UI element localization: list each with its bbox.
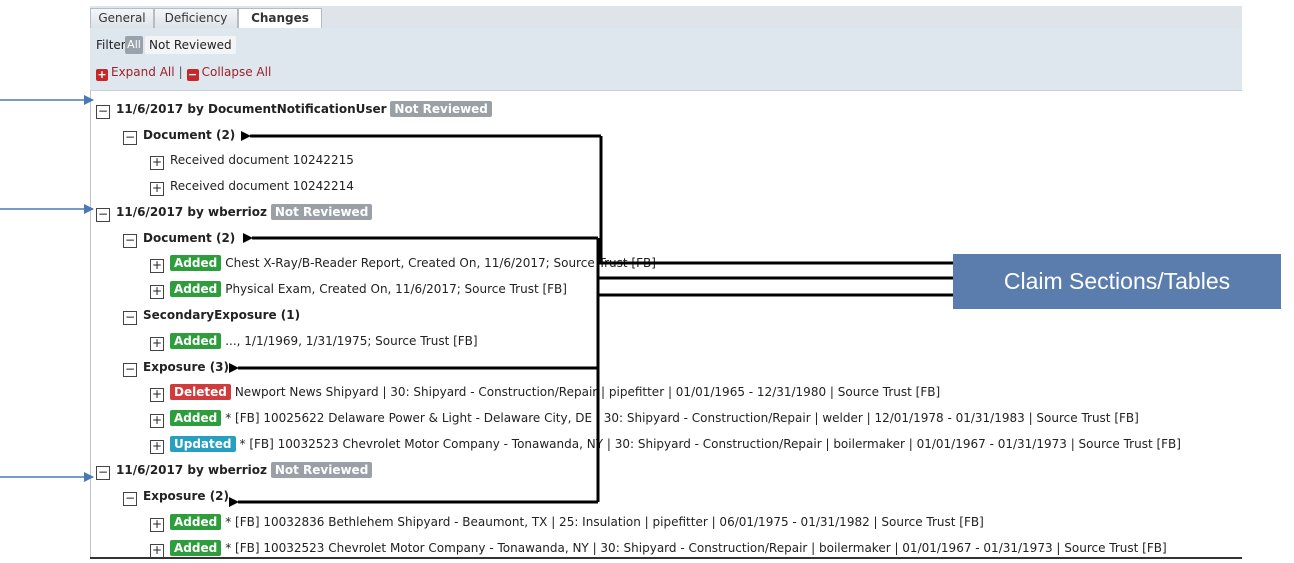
claim-sections-callout: Claim Sections/Tables	[953, 254, 1281, 309]
black-arrows	[229, 131, 601, 507]
section-connector-lines	[596, 136, 953, 502]
